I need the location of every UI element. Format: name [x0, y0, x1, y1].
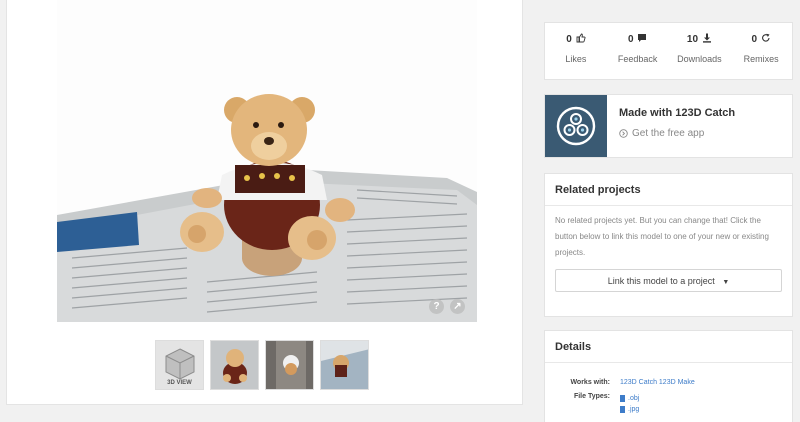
model-viewer[interactable]: ? ↗	[57, 0, 477, 322]
related-projects-card: Related projects No related projects yet…	[544, 173, 793, 317]
123d-catch-logo	[545, 95, 607, 157]
thumbnail-photo-1[interactable]	[210, 340, 259, 390]
stat-remixes[interactable]: 0 Remixes	[730, 23, 792, 79]
file-icon	[620, 395, 625, 402]
file-type-obj[interactable]: .obj	[620, 393, 639, 404]
details-card: Details Works with: 123D Catch 123D Make…	[544, 330, 793, 422]
related-projects-text: No related projects yet. But you can cha…	[555, 216, 769, 257]
caret-down-icon: ▼	[722, 279, 730, 286]
file-icon	[620, 406, 625, 413]
thumbs-up-icon	[576, 33, 586, 43]
works-with-row: Works with: 123D Catch 123D Make	[545, 379, 792, 386]
arrow-circle-icon	[619, 129, 628, 138]
download-icon	[702, 33, 711, 43]
get-app-link[interactable]: Get the free app	[619, 128, 735, 139]
photo-2-image	[266, 341, 313, 389]
get-app-label: Get the free app	[632, 128, 705, 139]
link-model-label: Link this model to a project	[607, 276, 715, 286]
stat-likes[interactable]: 0 Likes	[545, 23, 607, 79]
model-panel: ? ↗ 3D VIEW	[6, 0, 523, 405]
thumbnail-strip: 3D VIEW	[155, 340, 369, 390]
file-types-label: File Types:	[573, 393, 610, 400]
likes-label: Likes	[565, 54, 587, 64]
comment-icon	[638, 34, 647, 42]
stat-downloads[interactable]: 10 Downloads	[669, 23, 731, 79]
catch-logo-icon	[556, 106, 596, 146]
works-with-label: Works with:	[570, 379, 610, 386]
remixes-label: Remixes	[743, 54, 779, 64]
link-model-button[interactable]: Link this model to a project ▼	[555, 269, 782, 292]
remix-icon	[761, 33, 770, 42]
downloads-count: 10	[686, 34, 699, 45]
promo-title: Made with 123D Catch	[619, 107, 736, 119]
thumbnail-photo-2[interactable]	[265, 340, 314, 390]
details-header: Details	[545, 331, 792, 363]
remixes-count: 0	[751, 34, 758, 45]
share-button[interactable]: ↗	[450, 299, 465, 314]
stat-feedback[interactable]: 0 Feedback	[607, 23, 669, 79]
related-projects-header: Related projects	[545, 174, 792, 206]
likes-count: 0	[566, 34, 572, 45]
thumbnail-photo-3[interactable]	[320, 340, 369, 390]
photo-3-image	[321, 341, 368, 389]
thumbnail-3d-label: 3D VIEW	[167, 380, 192, 386]
feedback-label: Feedback	[617, 54, 658, 64]
promo-card[interactable]: Made with 123D Catch Get the free app	[544, 94, 793, 158]
downloads-label: Downloads	[677, 54, 722, 64]
feedback-count: 0	[627, 34, 634, 45]
file-type-jpg[interactable]: .jpg	[620, 404, 639, 415]
photo-1-image	[211, 341, 258, 389]
works-with-value[interactable]: 123D Catch 123D Make	[620, 379, 695, 386]
thumbnail-3d-view[interactable]: 3D VIEW	[155, 340, 204, 390]
file-types-row: File Types: .obj .jpg	[545, 393, 792, 415]
help-button[interactable]: ?	[429, 299, 444, 314]
model-render	[57, 94, 477, 322]
stats-card: 0 Likes 0 Feedback 10 Downloads 0 Remixe…	[544, 22, 793, 80]
